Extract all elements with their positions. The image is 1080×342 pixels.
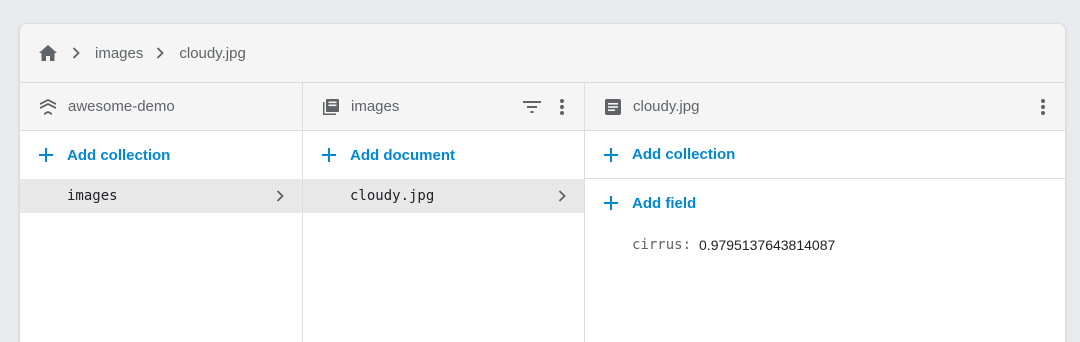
- firestore-data-panel: images cloudy.jpg awesome-demo Add colle…: [19, 23, 1066, 342]
- document-column: cloudy.jpg Add collection Add field cirr…: [585, 83, 1065, 342]
- plus-icon: [602, 194, 620, 212]
- chevron-right-icon: [556, 189, 568, 203]
- breadcrumb-item-document[interactable]: cloudy.jpg: [179, 45, 245, 62]
- plus-icon: [602, 146, 620, 164]
- root-column: awesome-demo Add collection images: [20, 83, 303, 342]
- document-item-label: cloudy.jpg: [350, 188, 435, 204]
- filter-icon[interactable]: [520, 95, 544, 119]
- add-collection-label: Add collection: [67, 146, 171, 164]
- chevron-right-icon: [72, 47, 84, 59]
- collection-column: images Add document cloudy.jpg: [303, 83, 585, 342]
- collection-item-label: images: [67, 188, 118, 204]
- add-field-button[interactable]: Add field: [585, 179, 1065, 227]
- plus-icon: [320, 146, 338, 164]
- add-subcollection-button[interactable]: Add collection: [585, 131, 1065, 179]
- root-column-header: awesome-demo: [20, 83, 302, 131]
- add-field-label: Add field: [632, 194, 697, 212]
- add-subcollection-label: Add collection: [632, 146, 736, 163]
- collection-column-header: images: [303, 83, 584, 131]
- field-value: 0.9795137643814087: [699, 237, 836, 253]
- document-icon: [602, 96, 624, 118]
- document-list-item[interactable]: cloudy.jpg: [303, 179, 584, 213]
- add-collection-button[interactable]: Add collection: [20, 131, 302, 179]
- collection-title: images: [351, 98, 400, 115]
- collection-list-item[interactable]: images: [20, 179, 302, 213]
- project-title: awesome-demo: [68, 98, 175, 115]
- add-document-button[interactable]: Add document: [303, 131, 584, 179]
- document-column-header: cloudy.jpg: [585, 83, 1065, 131]
- collection-icon: [320, 96, 342, 118]
- document-title: cloudy.jpg: [633, 98, 700, 115]
- more-vert-icon[interactable]: [1031, 95, 1055, 119]
- add-document-label: Add document: [350, 146, 455, 164]
- home-icon[interactable]: [37, 42, 59, 64]
- document-field-row[interactable]: cirrus: 0.9795137643814087: [585, 227, 1065, 263]
- database-layers-icon: [37, 96, 59, 118]
- plus-icon: [37, 146, 55, 164]
- chevron-right-icon: [156, 47, 168, 59]
- chevron-right-icon: [274, 189, 286, 203]
- field-key: cirrus:: [632, 237, 692, 253]
- breadcrumb: images cloudy.jpg: [20, 24, 1065, 83]
- columns-container: awesome-demo Add collection images image…: [20, 83, 1065, 342]
- more-vert-icon[interactable]: [550, 95, 574, 119]
- breadcrumb-item-images[interactable]: images: [95, 45, 143, 62]
